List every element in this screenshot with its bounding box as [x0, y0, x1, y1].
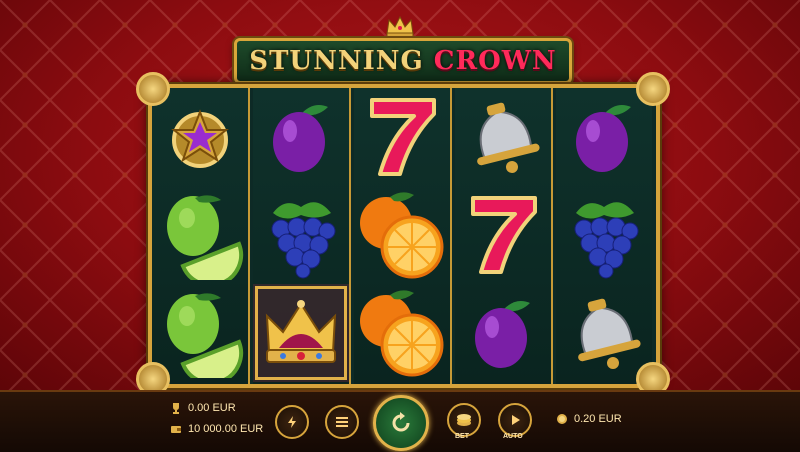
symbol-orange: [354, 284, 450, 382]
star-icon: [171, 109, 229, 168]
bet-display: 0.20 EUR: [556, 413, 622, 425]
autoplay-button[interactable]: [498, 403, 532, 437]
crown-icon: [265, 300, 337, 363]
symbol-star: [152, 88, 248, 186]
autoplay-icon: [512, 415, 520, 425]
reel-4: [455, 88, 553, 384]
reel-1: [152, 88, 250, 384]
lime-icon: [167, 195, 243, 280]
symbol-lime: [152, 186, 248, 284]
bet-button-label: BET: [455, 433, 469, 440]
symbol-grapes: [556, 186, 652, 284]
symbol-seven: [354, 88, 450, 186]
symbol-plum: [556, 88, 652, 186]
reel-3: [354, 88, 452, 384]
symbol-crown-highlighted: [253, 284, 349, 382]
plum-icon: [273, 105, 328, 172]
plum-icon: [475, 301, 530, 368]
seven-icon: [471, 196, 537, 274]
orange-icon: [360, 290, 444, 377]
bell-icon: [477, 102, 540, 173]
grapes-icon: [574, 202, 639, 279]
bet-amount: 0.20 EUR: [574, 413, 622, 425]
reel-5: [556, 88, 652, 384]
wallet-icon: [171, 426, 181, 433]
symbol-lime: [152, 284, 248, 382]
grapes-icon: [271, 202, 336, 279]
symbol-bell: [556, 284, 652, 382]
frame-ornament-top-right: [636, 72, 670, 106]
menu-button[interactable]: [325, 405, 359, 439]
symbol-bell: [455, 88, 551, 186]
plum-icon: [576, 105, 631, 172]
orange-icon: [360, 192, 444, 279]
coin-stack-icon: [457, 414, 471, 426]
lime-icon: [167, 293, 243, 378]
spin-arrow-icon: [392, 412, 410, 432]
symbol-plum: [455, 284, 551, 382]
seven-icon: [370, 98, 436, 176]
balance-amount: 10 000.00 EUR: [188, 423, 264, 435]
title-word-crown: CROWN: [433, 46, 557, 76]
reel-frame: [148, 84, 660, 388]
spin-button[interactable]: [373, 395, 429, 451]
symbol-grapes: [253, 186, 349, 284]
win-display: 0.00 EUR: [170, 402, 236, 414]
title-word-stunning: STUNNING: [249, 46, 424, 76]
hamburger-menu-icon: [336, 417, 348, 427]
title-crown-icon: [386, 15, 414, 38]
symbol-plum: [253, 88, 349, 186]
bet-button[interactable]: [447, 403, 481, 437]
lightning-icon: [288, 416, 296, 428]
turbo-button[interactable]: [275, 405, 309, 439]
win-amount: 0.00 EUR: [188, 402, 236, 414]
autoplay-button-label: AUTO: [503, 433, 523, 440]
coin-icon: [557, 414, 567, 424]
trophy-icon: [173, 403, 179, 414]
reel-2: [253, 88, 351, 384]
balance-display: 10 000.00 EUR: [170, 423, 263, 435]
symbol-seven: [455, 186, 551, 284]
game-title-banner: STUNNING CROWN: [234, 38, 572, 84]
symbol-orange: [354, 186, 450, 284]
frame-ornament-top-left: [136, 72, 170, 106]
bell-icon: [578, 298, 641, 369]
